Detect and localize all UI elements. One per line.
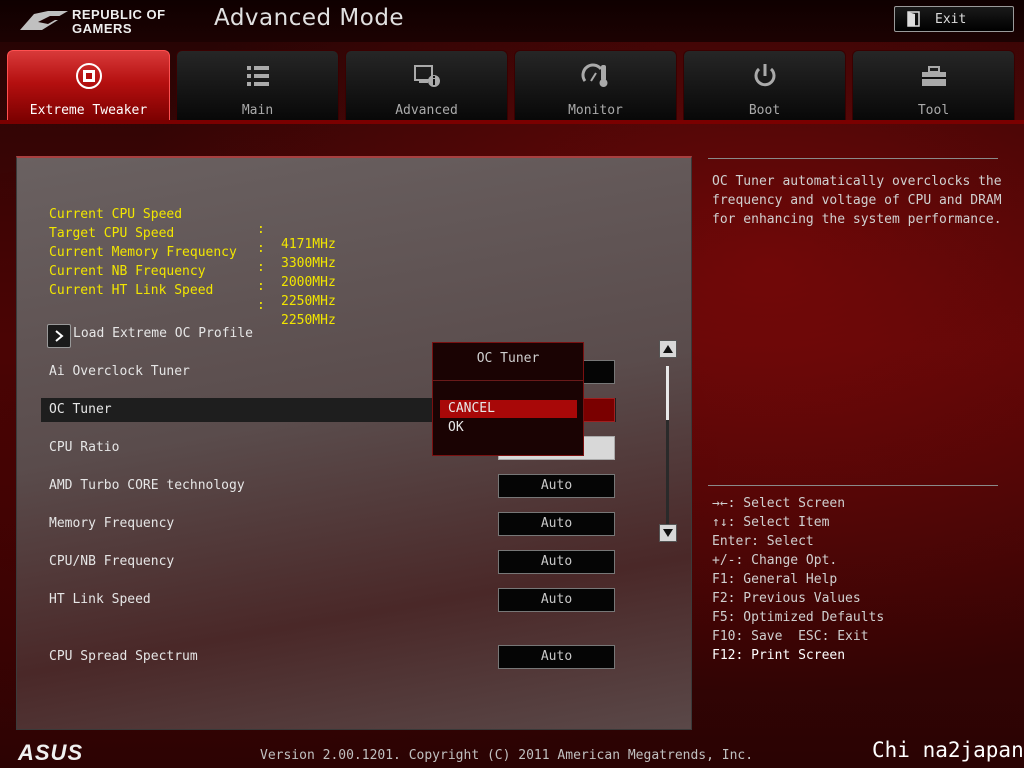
cpu-nb-frequency-value[interactable]: Auto bbox=[498, 550, 615, 574]
tab-label: Tool bbox=[917, 103, 950, 118]
cpu-ratio-label[interactable]: CPU Ratio bbox=[49, 440, 119, 455]
scroll-thumb[interactable] bbox=[666, 366, 669, 420]
oc-tuner-label[interactable]: OC Tuner bbox=[49, 402, 112, 417]
dialog-divider bbox=[433, 380, 583, 381]
ht-link-speed-label[interactable]: HT Link Speed bbox=[49, 592, 151, 607]
ht-link-speed-value[interactable]: Auto bbox=[498, 588, 615, 612]
gauge-thermometer-icon bbox=[581, 63, 607, 87]
help-f2: F2: Previous Values bbox=[712, 591, 861, 606]
tab-monitor[interactable]: Monitor bbox=[514, 50, 677, 122]
help-change-opt: +/-: Change Opt. bbox=[712, 553, 838, 568]
header-bar: REPUBLIC OF GAMERS Advanced Mode Exit bbox=[0, 0, 1024, 42]
cpu-nb-frequency-label[interactable]: CPU/NB Frequency bbox=[49, 554, 174, 569]
help-divider-bottom bbox=[708, 485, 998, 486]
ai-overclock-label[interactable]: Ai Overclock Tuner bbox=[49, 364, 190, 379]
tab-label: Main bbox=[241, 103, 274, 118]
memory-frequency-label[interactable]: Memory Frequency bbox=[49, 516, 174, 531]
help-select-item: ↑↓: Select Item bbox=[712, 515, 830, 530]
help-f12: F12: Print Screen bbox=[712, 648, 846, 663]
tab-tool[interactable]: Tool bbox=[852, 50, 1015, 122]
tab-extreme-tweaker[interactable]: Extreme Tweaker bbox=[7, 50, 170, 122]
rog-eye-icon bbox=[20, 11, 68, 30]
arrow-up-icon bbox=[663, 345, 673, 353]
help-divider-top bbox=[708, 158, 998, 159]
info-label: Current NB Frequency bbox=[49, 264, 206, 279]
scroll-up-button[interactable] bbox=[659, 340, 677, 358]
info-label: Current CPU Speed bbox=[49, 207, 183, 222]
tab-advanced[interactable]: Advanced bbox=[345, 50, 508, 122]
info-value: 2000MHz bbox=[281, 275, 336, 290]
dialog-title: OC Tuner bbox=[476, 351, 540, 366]
mode-title: Advanced Mode bbox=[214, 5, 405, 31]
info-label: Current HT Link Speed bbox=[49, 283, 214, 298]
monitor-info-icon bbox=[413, 65, 440, 87]
cpu-chip-icon bbox=[75, 63, 102, 89]
scroll-down-button[interactable] bbox=[659, 524, 677, 542]
toolbox-icon bbox=[921, 66, 946, 86]
tab-boot[interactable]: Boot bbox=[683, 50, 846, 122]
info-value: 2250MHz bbox=[281, 294, 336, 309]
info-value: 3300MHz bbox=[281, 256, 336, 271]
load-profile-label[interactable]: Load Extreme OC Profile bbox=[73, 326, 253, 341]
info-label: Target CPU Speed bbox=[49, 226, 175, 241]
help-f1: F1: General Help bbox=[712, 572, 838, 587]
help-enter: Enter: Select bbox=[712, 534, 814, 549]
settings-panel: Current CPU Speed : 4171MHz Target CPU S… bbox=[16, 156, 692, 730]
memory-frequency-value[interactable]: Auto bbox=[498, 512, 615, 536]
cpu-spread-spectrum-label[interactable]: CPU Spread Spectrum bbox=[49, 649, 198, 664]
help-f5: F5: Optimized Defaults bbox=[712, 610, 885, 625]
tab-main[interactable]: Main bbox=[176, 50, 339, 122]
help-f10-esc: F10: Save ESC: Exit bbox=[712, 629, 869, 644]
tab-underline bbox=[0, 120, 1024, 124]
dialog-option-ok[interactable]: OK bbox=[440, 419, 577, 437]
logo-line2: GAMERS bbox=[72, 21, 133, 36]
arrow-down-icon bbox=[663, 529, 673, 537]
tab-label: Extreme Tweaker bbox=[29, 103, 148, 118]
list-icon bbox=[246, 66, 269, 86]
cpu-spread-spectrum-value[interactable]: Auto bbox=[498, 645, 615, 669]
chevron-right-icon bbox=[55, 330, 64, 342]
load-profile-button[interactable] bbox=[47, 324, 71, 348]
info-label: Current Memory Frequency bbox=[49, 245, 237, 260]
tab-label: Advanced bbox=[395, 103, 458, 118]
rog-logo: REPUBLIC OF GAMERS bbox=[14, 4, 184, 38]
info-value: 4171MHz bbox=[281, 237, 336, 252]
tab-bar: Extreme Tweaker Main Advanced Monitor Bo… bbox=[7, 50, 1017, 122]
door-exit-icon bbox=[907, 11, 920, 27]
tab-label: Boot bbox=[748, 103, 781, 118]
info-colon: : bbox=[257, 298, 265, 313]
oc-tuner-dialog: OC Tuner CANCEL OK bbox=[432, 342, 584, 456]
item-description: OC Tuner automatically overclocks the fr… bbox=[712, 174, 1002, 227]
power-icon bbox=[754, 64, 775, 87]
amd-turbo-label[interactable]: AMD Turbo CORE technology bbox=[49, 478, 245, 493]
version-text: Version 2.00.1201. Copyright (C) 2011 Am… bbox=[260, 748, 754, 763]
info-value: 2250MHz bbox=[281, 313, 336, 328]
exit-button[interactable]: Exit bbox=[894, 6, 1014, 32]
amd-turbo-value[interactable]: Auto bbox=[498, 474, 615, 498]
help-select-screen: →←: Select Screen bbox=[712, 496, 846, 511]
exit-label: Exit bbox=[935, 11, 967, 27]
asus-logo: ASUS bbox=[18, 740, 84, 765]
watermark: Chi na2japan bbox=[872, 738, 1024, 762]
dialog-option-cancel[interactable]: CANCEL bbox=[440, 400, 577, 418]
logo-line1: REPUBLIC OF bbox=[72, 7, 166, 22]
tab-label: Monitor bbox=[568, 103, 623, 118]
